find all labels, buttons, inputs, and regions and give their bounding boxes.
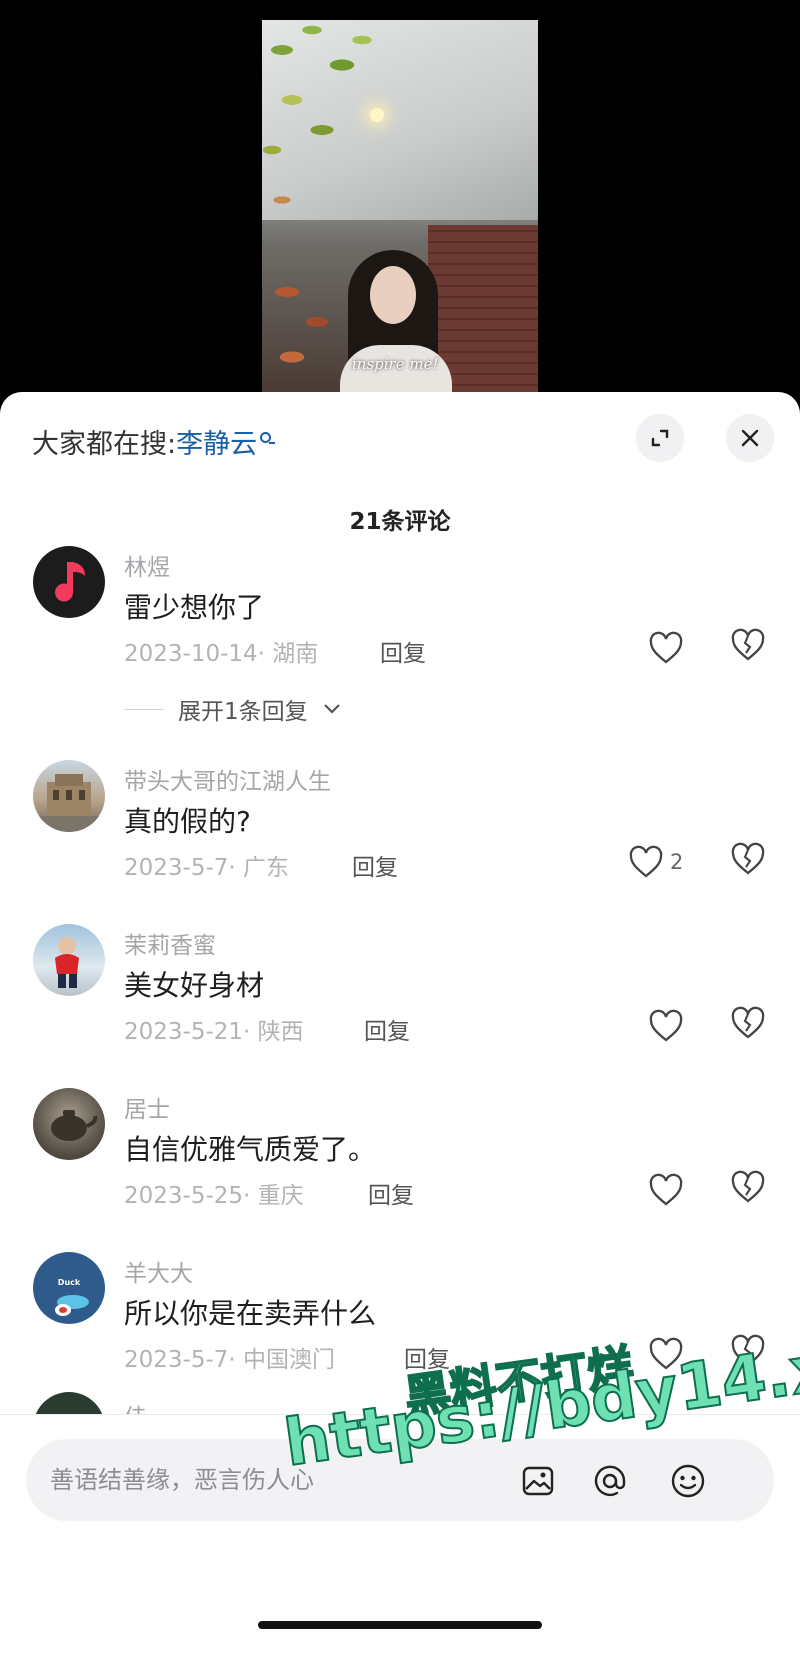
comment-input-bar — [0, 1414, 800, 1656]
reply-button[interactable]: 回复 — [404, 1340, 450, 1374]
comment-item: 居士 自信优雅气质爱了。 2023-5-25· 重庆 回复 — [0, 1088, 800, 1218]
comment-count: 21条评论 — [349, 509, 451, 535]
dislike-button[interactable] — [730, 628, 766, 666]
like-button[interactable] — [648, 1006, 690, 1046]
dislike-button[interactable] — [730, 1006, 766, 1044]
dislike-button[interactable] — [730, 1334, 766, 1372]
comment-input[interactable] — [50, 1455, 490, 1505]
expand-replies-label: 展开1条回复 — [178, 699, 308, 725]
comment-meta: 2023-5-7· 中国澳门 — [124, 1347, 336, 1373]
divider — [124, 708, 164, 710]
child-image — [55, 937, 79, 988]
comment-meta: 2023-5-21· 陕西 — [124, 1019, 304, 1045]
broken-heart-icon — [731, 1006, 765, 1039]
reply-button[interactable]: 回复 — [364, 1012, 410, 1046]
comment-text: 所以你是在卖弄什么 — [124, 1297, 377, 1330]
reply-button[interactable]: 回复 — [368, 1176, 414, 1210]
expand-icon — [651, 429, 669, 447]
avatar[interactable] — [33, 1088, 105, 1160]
home-indicator[interactable] — [258, 1621, 542, 1629]
broken-heart-icon — [731, 842, 765, 875]
heart-icon — [649, 631, 683, 664]
close-icon — [741, 429, 759, 447]
chevron-down-icon — [323, 704, 340, 714]
comment-input-container[interactable] — [26, 1439, 774, 1521]
svg-text:Duck: Duck — [58, 1278, 81, 1287]
trending-search[interactable]: 大家都在搜:李静云 — [32, 422, 276, 461]
like-button[interactable] — [648, 1170, 690, 1210]
broken-heart-icon — [731, 628, 765, 661]
comment-item: 带头大哥的江湖人生 真的假的? 2023-5-7· 广东 回复 2 — [0, 760, 800, 890]
image-icon — [522, 1466, 554, 1496]
reply-button[interactable]: 回复 — [380, 634, 426, 668]
video-plant-leaves — [262, 20, 402, 240]
video-caption: inspire me! — [352, 355, 439, 373]
video-plant-bottom — [262, 262, 352, 392]
dislike-button[interactable] — [730, 842, 766, 880]
like-button[interactable] — [648, 628, 690, 668]
comment-username[interactable]: 带头大哥的江湖人生 — [124, 762, 331, 796]
expand-replies-button[interactable]: 展开1条回复 — [124, 692, 342, 726]
like-button[interactable]: 2 — [628, 842, 683, 882]
comment-meta: 2023-5-7· 广东 — [124, 855, 290, 881]
comment-username[interactable]: 羊大大 — [124, 1254, 193, 1288]
duck-cartoon-image: Duck — [55, 1278, 89, 1316]
comment-item: Duck 羊大大 所以你是在卖弄什么 2023-5-7· 中国澳门 回复 — [0, 1252, 800, 1382]
comment-text: 自信优雅气质爱了。 — [124, 1133, 377, 1166]
building-image — [33, 774, 105, 832]
comment-username[interactable]: 茉莉香蜜 — [124, 926, 216, 960]
close-button[interactable] — [726, 414, 774, 462]
video-lamp — [370, 108, 384, 122]
avatar[interactable] — [33, 924, 105, 996]
broken-heart-icon — [731, 1170, 765, 1203]
emoji-button[interactable] — [666, 1459, 710, 1503]
video-player[interactable]: inspire me! — [262, 20, 538, 392]
reply-button[interactable]: 回复 — [352, 848, 398, 882]
heart-icon — [649, 1337, 683, 1370]
comment-username[interactable]: 林煜 — [124, 548, 170, 582]
heart-icon — [649, 1173, 683, 1206]
screen: inspire me! 大家都在搜:李静云 21条评论 林煜 雷少想你了 202… — [0, 0, 800, 1656]
teapot-image — [51, 1110, 98, 1141]
trending-search-prefix: 大家都在搜: — [32, 429, 177, 460]
music-note-icon — [55, 562, 85, 602]
comment-meta: 2023-5-25· 重庆 — [124, 1183, 304, 1209]
trending-search-keyword[interactable]: 李静云 — [176, 429, 257, 460]
emoji-icon — [671, 1464, 705, 1498]
heart-icon — [629, 845, 663, 878]
broken-heart-icon — [731, 1334, 765, 1367]
comment-sheet: 大家都在搜:李静云 21条评论 林煜 雷少想你了 2023-10-14· 湖南 … — [0, 392, 800, 1656]
comment-text: 真的假的? — [124, 805, 251, 838]
comment-item: 林煜 雷少想你了 2023-10-14· 湖南 回复 — [0, 546, 800, 676]
search-icon — [260, 432, 276, 444]
image-button[interactable] — [516, 1459, 560, 1503]
heart-icon — [649, 1009, 683, 1042]
avatar[interactable] — [33, 546, 105, 618]
at-icon — [594, 1465, 626, 1497]
avatar[interactable]: Duck — [33, 1252, 105, 1324]
comment-item: 茉莉香蜜 美女好身材 2023-5-21· 陕西 回复 — [0, 924, 800, 1054]
expand-button[interactable] — [636, 414, 684, 462]
comment-text: 美女好身材 — [124, 969, 265, 1002]
comment-username[interactable]: 居士 — [124, 1090, 170, 1124]
avatar[interactable] — [33, 760, 105, 832]
comment-meta: 2023-10-14· 湖南 — [124, 641, 319, 667]
mention-button[interactable] — [588, 1459, 632, 1503]
dislike-button[interactable] — [730, 1170, 766, 1208]
like-count: 2 — [670, 850, 684, 874]
comment-text: 雷少想你了 — [124, 591, 265, 624]
like-button[interactable] — [648, 1334, 690, 1374]
